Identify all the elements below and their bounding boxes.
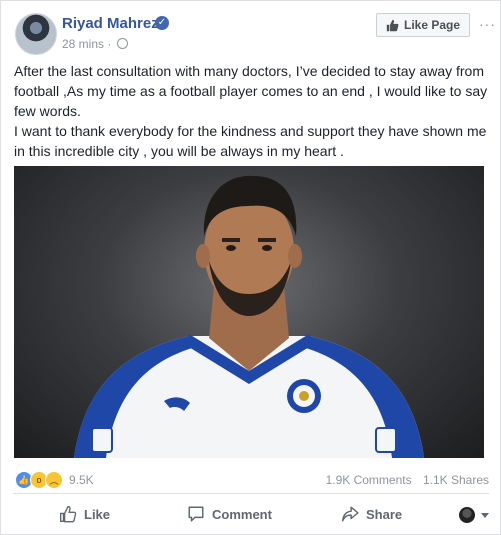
meta-separator: ·: [107, 37, 112, 51]
comment-icon: [188, 506, 204, 522]
post-text: After the last consultation with many do…: [14, 61, 492, 161]
post-stats: 1.9K Comments 1.1K Shares: [318, 473, 489, 487]
share-button-label: Share: [366, 506, 403, 522]
page-avatar: [459, 507, 475, 523]
like-button-label: Like: [84, 506, 111, 522]
globe-icon: [116, 38, 128, 49]
action-bar: Like Comment Share: [13, 501, 489, 529]
like-page-button[interactable]: Like Page: [376, 13, 470, 37]
like-page-label: Like Page: [403, 18, 461, 32]
post-paragraph: I want to thank everybody for the kindne…: [14, 123, 487, 159]
reactions-summary[interactable]: 👍 o ︵ 9.5K: [15, 471, 94, 489]
comments-count-link[interactable]: 1.9K Comments: [326, 473, 412, 487]
reaction-count: 9.5K: [69, 473, 94, 487]
chevron-down-icon: [481, 512, 489, 518]
thumbs-up-icon: [60, 506, 77, 523]
sad-icon: ︵: [45, 471, 63, 489]
post-photo[interactable]: [14, 166, 484, 458]
facebook-post-card: Riyad Mahrez ✓ 28 mins · Like Page ··· A…: [0, 0, 501, 535]
share-button[interactable]: Share: [341, 505, 402, 523]
player-portrait-image: [74, 175, 424, 458]
thumbs-up-icon: [386, 19, 399, 31]
share-arrow-icon: [341, 506, 359, 522]
verified-badge-icon: ✓: [155, 16, 169, 30]
post-meta: 28 mins ·: [62, 37, 128, 51]
like-button[interactable]: Like: [59, 505, 110, 523]
divider: [13, 493, 489, 494]
more-options-icon[interactable]: ···: [479, 16, 496, 32]
post-as-selector[interactable]: [459, 507, 489, 523]
author-name[interactable]: Riyad Mahrez: [62, 15, 159, 32]
post-timestamp[interactable]: 28 mins: [62, 37, 104, 51]
post-paragraph: After the last consultation with many do…: [14, 63, 488, 119]
shares-count-link[interactable]: 1.1K Shares: [423, 473, 489, 487]
comment-button[interactable]: Comment: [187, 505, 272, 523]
comment-button-label: Comment: [212, 506, 272, 522]
author-avatar[interactable]: [15, 13, 57, 55]
